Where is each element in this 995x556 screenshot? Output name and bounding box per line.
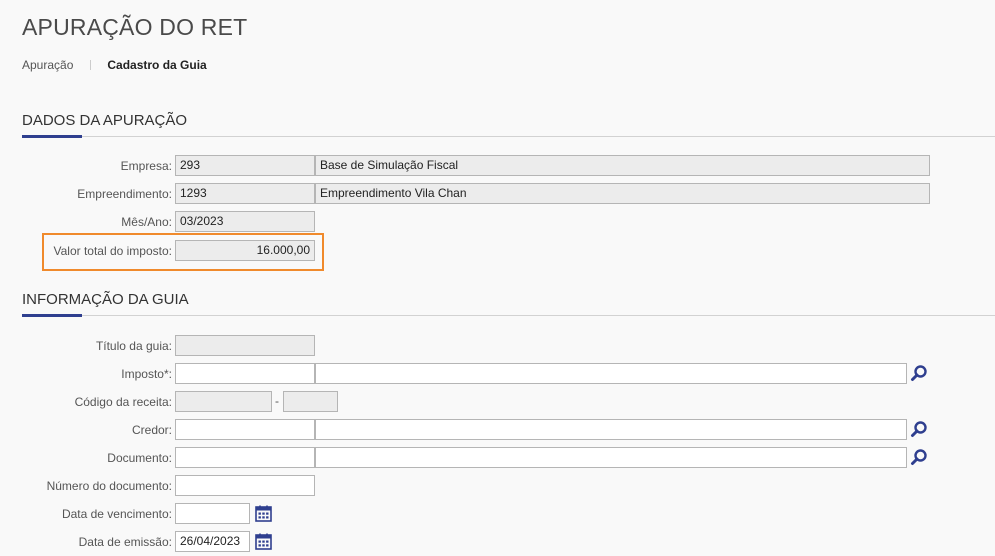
valor-total-label: Valor total do imposto: bbox=[53, 244, 172, 258]
empresa-label: Empresa: bbox=[120, 159, 172, 173]
titulo-guia-label: Título da guia: bbox=[95, 339, 172, 353]
empresa-code-field: 293 bbox=[175, 155, 315, 176]
documento-name-input[interactable] bbox=[315, 447, 907, 468]
breadcrumb-separator bbox=[90, 60, 92, 70]
data-emissao-input[interactable]: 26/04/2023 bbox=[175, 531, 250, 552]
valor-total-field: 16.000,00 bbox=[175, 240, 315, 261]
codigo-receita-suffix-field bbox=[283, 391, 338, 412]
empreendimento-name-field: Empreendimento Vila Chan bbox=[315, 183, 930, 204]
mes-ano-label: Mês/Ano: bbox=[121, 215, 172, 229]
empreendimento-label: Empreendimento: bbox=[77, 187, 172, 201]
breadcrumb-item-apuracao[interactable]: Apuração bbox=[22, 58, 73, 72]
numero-documento-input[interactable] bbox=[175, 475, 315, 496]
data-emissao-calendar-button[interactable] bbox=[254, 532, 273, 551]
search-icon bbox=[911, 449, 927, 465]
codigo-receita-separator: - bbox=[275, 394, 279, 408]
page-title: APURAÇÃO DO RET bbox=[22, 14, 248, 40]
titulo-guia-field bbox=[175, 335, 315, 356]
section-title-guia: INFORMAÇÃO DA GUIA bbox=[22, 291, 189, 308]
documento-code-input[interactable] bbox=[175, 447, 315, 468]
section-divider bbox=[22, 136, 995, 137]
credor-label: Credor: bbox=[131, 423, 172, 437]
imposto-name-input[interactable] bbox=[315, 363, 907, 384]
empresa-name-field: Base de Simulação Fiscal bbox=[315, 155, 930, 176]
breadcrumb: Apuração Cadastro da Guia bbox=[22, 58, 207, 72]
calendar-icon bbox=[255, 533, 272, 550]
mes-ano-field: 03/2023 bbox=[175, 211, 315, 232]
data-vencimento-label: Data de vencimento: bbox=[61, 507, 172, 521]
section-divider bbox=[22, 315, 995, 316]
search-icon bbox=[911, 365, 927, 381]
credor-code-input[interactable] bbox=[175, 419, 315, 440]
breadcrumb-item-current: Cadastro da Guia bbox=[107, 58, 207, 72]
calendar-icon bbox=[255, 505, 272, 522]
data-vencimento-input[interactable] bbox=[175, 503, 250, 524]
data-emissao-label: Data de emissão: bbox=[78, 535, 172, 549]
section-title-apuracao: DADOS DA APURAÇÃO bbox=[22, 112, 188, 129]
codigo-receita-label: Código da receita: bbox=[74, 395, 172, 409]
data-vencimento-calendar-button[interactable] bbox=[254, 504, 273, 523]
numero-documento-label: Número do documento: bbox=[46, 479, 172, 493]
codigo-receita-field bbox=[175, 391, 272, 412]
section-accent bbox=[22, 314, 82, 317]
imposto-label: Imposto*: bbox=[121, 367, 172, 381]
empreendimento-code-field: 1293 bbox=[175, 183, 315, 204]
search-icon bbox=[911, 421, 927, 437]
imposto-code-input[interactable] bbox=[175, 363, 315, 384]
section-accent bbox=[22, 135, 82, 138]
documento-label: Documento: bbox=[107, 451, 172, 465]
imposto-search-button[interactable] bbox=[909, 363, 930, 384]
credor-search-button[interactable] bbox=[909, 419, 930, 440]
documento-search-button[interactable] bbox=[909, 447, 930, 468]
credor-name-input[interactable] bbox=[315, 419, 907, 440]
